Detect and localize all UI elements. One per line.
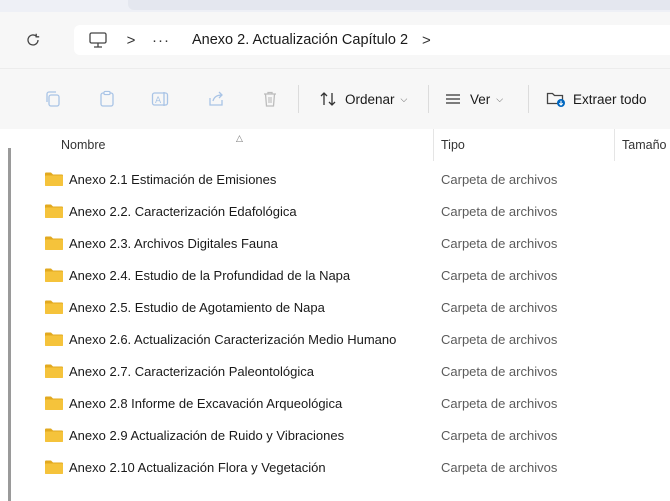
file-name: Anexo 2.7. Caracterización Paleontológic… — [69, 364, 314, 379]
navigation-pane-edge — [8, 148, 11, 501]
refresh-icon — [27, 33, 40, 46]
folder-icon — [45, 460, 63, 474]
file-name: Anexo 2.3. Archivos Digitales Fauna — [69, 236, 278, 251]
list-item[interactable]: Anexo 2.3. Archivos Digitales Fauna Carp… — [36, 228, 670, 260]
title-bar-strip — [0, 0, 670, 12]
chevron-down-icon: ⌵ — [496, 93, 504, 104]
address-bar[interactable]: > ··· Anexo 2. Actualización Capítulo 2 … — [74, 25, 670, 55]
tab-area — [128, 0, 670, 10]
file-type: Carpeta de archivos — [441, 204, 558, 219]
chevron-down-icon: ⌵ — [400, 93, 408, 104]
file-name: Anexo 2.9 Actualización de Ruido y Vibra… — [69, 428, 345, 443]
column-header-size[interactable]: Tamaño — [622, 138, 666, 152]
command-bar: A Ordenar ⌵ Ver ⌵ Extraer todo — [0, 69, 670, 129]
file-name: Anexo 2.2. Caracterización Edafológica — [69, 204, 297, 219]
toolbar-divider — [428, 85, 429, 113]
breadcrumb-overflow-button[interactable]: ··· — [152, 32, 170, 49]
copy-button[interactable] — [42, 88, 64, 110]
file-type: Carpeta de archivos — [441, 172, 558, 187]
list-item[interactable]: Anexo 2.8 Informe de Excavación Arqueoló… — [36, 388, 670, 420]
share-button[interactable] — [205, 88, 227, 110]
file-type: Carpeta de archivos — [441, 236, 558, 251]
sort-icon — [320, 92, 336, 106]
list-item[interactable]: Anexo 2.1 Estimación de Emisiones Carpet… — [36, 164, 670, 196]
column-divider[interactable] — [614, 129, 615, 161]
file-name: Anexo 2.6. Actualización Caracterización… — [69, 332, 397, 347]
file-type: Carpeta de archivos — [441, 332, 558, 347]
folder-icon — [45, 236, 63, 250]
file-name: Anexo 2.4. Estudio de la Profundidad de … — [69, 268, 351, 283]
folder-icon — [45, 428, 63, 442]
list-item[interactable]: Anexo 2.2. Caracterización Edafológica C… — [36, 196, 670, 228]
folder-icon — [45, 300, 63, 314]
folder-icon — [45, 332, 63, 346]
column-header-row: Nombre Tipo Tamaño — [0, 129, 670, 161]
rename-button[interactable]: A — [150, 88, 172, 110]
column-header-name[interactable]: Nombre — [61, 138, 105, 152]
file-name: Anexo 2.1 Estimación de Emisiones — [69, 172, 277, 187]
folder-icon — [45, 268, 63, 282]
breadcrumb-separator[interactable]: > — [124, 32, 138, 49]
breadcrumb-current-folder[interactable]: Anexo 2. Actualización Capítulo 2 — [192, 32, 408, 48]
toolbar-divider — [528, 85, 529, 113]
extract-all-label: Extraer todo — [573, 91, 647, 107]
column-divider[interactable] — [433, 129, 434, 161]
rename-icon: A — [151, 92, 169, 106]
folder-icon — [45, 204, 63, 218]
trash-icon — [264, 91, 276, 107]
file-type: Carpeta de archivos — [441, 460, 558, 475]
extract-folder-icon — [546, 92, 565, 107]
sort-label: Ordenar — [345, 91, 395, 107]
column-header-type[interactable]: Tipo — [441, 138, 465, 152]
this-pc-button[interactable] — [86, 30, 110, 50]
list-item[interactable]: Anexo 2.9 Actualización de Ruido y Vibra… — [36, 420, 670, 452]
list-item[interactable]: Anexo 2.10 Actualización Flora y Vegetac… — [36, 452, 670, 484]
folder-icon — [45, 172, 63, 186]
file-type: Carpeta de archivos — [441, 364, 558, 379]
list-item[interactable]: Anexo 2.7. Caracterización Paleontológic… — [36, 356, 670, 388]
file-type: Carpeta de archivos — [441, 300, 558, 315]
file-name: Anexo 2.10 Actualización Flora y Vegetac… — [69, 460, 326, 475]
delete-button[interactable] — [259, 88, 281, 110]
view-label: Ver — [470, 91, 491, 107]
paste-button[interactable] — [96, 88, 118, 110]
folder-icon — [45, 364, 63, 378]
file-type: Carpeta de archivos — [441, 268, 558, 283]
file-type: Carpeta de archivos — [441, 396, 558, 411]
paste-icon — [100, 90, 114, 107]
file-type: Carpeta de archivos — [441, 428, 558, 443]
share-icon — [209, 91, 223, 106]
view-button[interactable]: Ver ⌵ — [443, 86, 503, 112]
folder-icon — [45, 396, 63, 410]
address-bar-area: > ··· Anexo 2. Actualización Capítulo 2 … — [0, 12, 670, 69]
file-name: Anexo 2.8 Informe de Excavación Arqueoló… — [69, 396, 343, 411]
sort-button[interactable]: Ordenar ⌵ — [318, 86, 407, 112]
svg-text:A: A — [155, 96, 162, 106]
breadcrumb-expand-chevron[interactable]: > — [422, 32, 431, 49]
toolbar-divider — [298, 85, 299, 113]
file-name: Anexo 2.5. Estudio de Agotamiento de Nap… — [69, 300, 325, 315]
list-item[interactable]: Anexo 2.6. Actualización Caracterización… — [36, 324, 670, 356]
list-item[interactable]: Anexo 2.4. Estudio de la Profundidad de … — [36, 260, 670, 292]
view-list-icon — [446, 94, 460, 104]
refresh-button[interactable] — [22, 29, 44, 51]
extract-all-button[interactable]: Extraer todo — [546, 86, 647, 112]
sort-ascending-icon: △ — [236, 133, 243, 143]
list-item[interactable]: Anexo 2.5. Estudio de Agotamiento de Nap… — [36, 292, 670, 324]
copy-icon — [46, 91, 60, 107]
computer-icon — [89, 32, 107, 48]
